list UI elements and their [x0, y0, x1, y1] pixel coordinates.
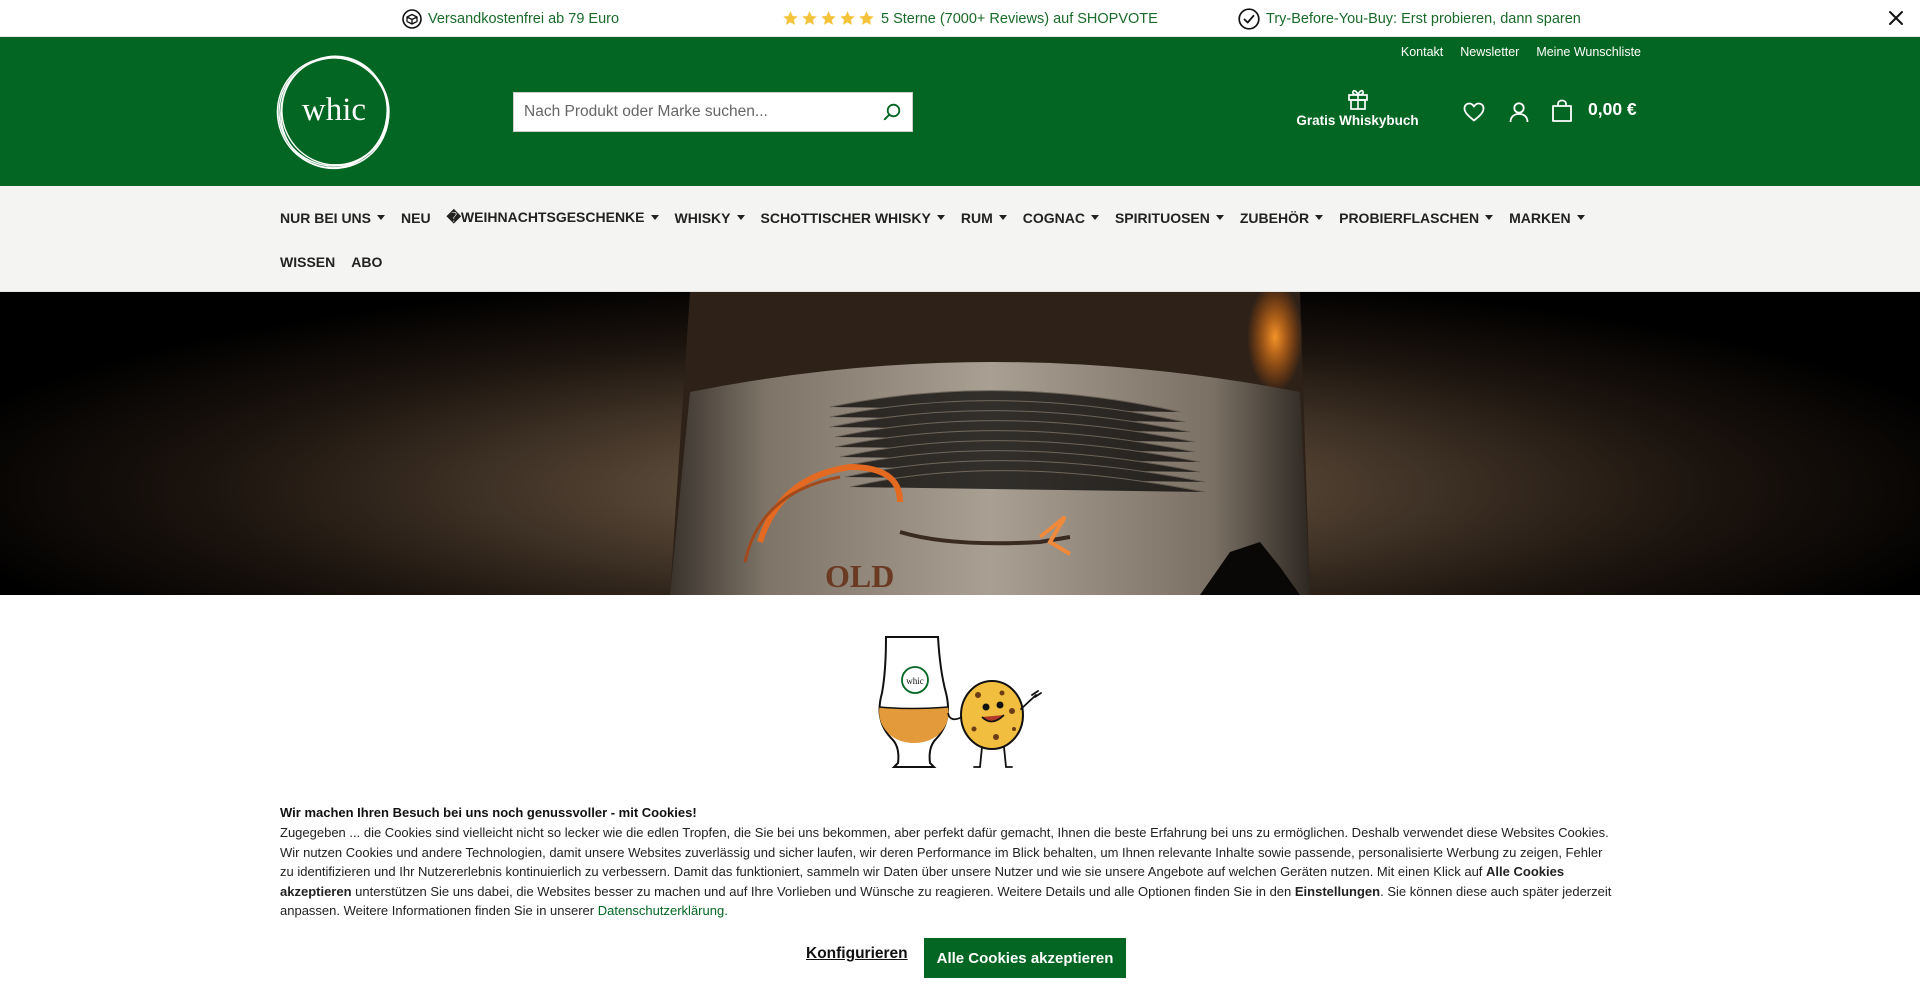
cookie-consent-banner: whic Wir machen Ihren Besuch bei uns noc… [0, 595, 1920, 993]
hero-label-text: OLD [825, 558, 894, 594]
usp-rating-text: 5 Sterne (7000+ Reviews) auf SHOPVOTE [881, 10, 1158, 27]
nav-item-whisky[interactable]: WHISKY [675, 210, 745, 226]
nav-item-zubehör[interactable]: ZUBEHÖR [1239, 209, 1324, 226]
check-circle-icon [1238, 7, 1260, 30]
cookie-text-part-1: Zugegeben ... die Cookies sind vielleich… [280, 825, 1609, 880]
nav-item-label: RUM [960, 209, 993, 226]
nav-item-label: NEU [401, 209, 431, 226]
service-link-contact[interactable]: Kontakt [1401, 45, 1443, 59]
site-header: Kontakt Newsletter Meine Wunschliste whi… [0, 37, 1920, 186]
nav-item-wissen[interactable]: WISSEN [280, 254, 335, 270]
nav-item-cognac[interactable]: COGNAC [1023, 210, 1099, 226]
caret-down-icon [377, 215, 386, 220]
nav-item-label: WHISKY [674, 209, 731, 226]
service-link-newsletter[interactable]: Newsletter [1460, 45, 1519, 59]
nav-item-label: ZUBEHÖR [1239, 209, 1310, 226]
privacy-policy-link[interactable]: Datenschutzerklärung. [598, 903, 728, 918]
nav-item-abo[interactable]: ABO [351, 254, 382, 270]
nav-item-marken[interactable]: MARKEN [1509, 209, 1585, 226]
caret-down-icon [736, 215, 745, 220]
nav-item-label: COGNAC [1022, 209, 1085, 226]
nav-item-label: PROBIERFLASCHEN [1339, 209, 1480, 226]
cookie-text-settings-ref: Einstellungen [1294, 883, 1381, 899]
search-input[interactable] [514, 93, 872, 131]
nav-item-nur-bei-uns[interactable]: NUR BEI UNS [280, 209, 386, 226]
logo[interactable]: whic [275, 53, 393, 171]
caret-down-icon [1485, 215, 1494, 220]
nav-item-label: MARKEN [1509, 209, 1571, 226]
usp-trial: Try-Before-You-Buy: Erst probieren, dann… [1238, 0, 1581, 37]
top-info-bar: Versandkostenfrei ab 79 Euro 5 Sterne (7… [0, 0, 1920, 37]
usp-shipping-text: Versandkostenfrei ab 79 Euro [428, 10, 620, 27]
caret-down-icon [998, 215, 1007, 220]
service-links: Kontakt Newsletter Meine Wunschliste [1401, 45, 1641, 59]
nav-item-label: SPIRITUOSEN [1114, 209, 1210, 226]
user-icon[interactable] [1507, 100, 1531, 129]
gift-label: Gratis Whiskybuch [1296, 113, 1419, 128]
usp-trial-text: Try-Before-You-Buy: Erst probieren, dann… [1266, 10, 1581, 27]
star-icon [840, 11, 855, 25]
star-icon [783, 11, 798, 25]
glass-and-cookie-illustration: whic [878, 631, 1050, 771]
nav-item-label: �WEIHNACHTSGESCHENKE [446, 209, 645, 225]
main-navigation: NUR BEI UNS NEU �WEIHNACHTSGESCHENKE WHISKY… [0, 186, 1920, 292]
heart-icon[interactable] [1462, 100, 1486, 129]
search-icon[interactable] [872, 93, 912, 131]
free-whiskybook-link[interactable]: Gratis Whiskybuch [1290, 87, 1425, 128]
service-link-wishlist[interactable]: Meine Wunschliste [1536, 45, 1641, 59]
star-icon [859, 11, 874, 25]
caret-down-icon [936, 215, 945, 220]
close-icon[interactable] [1886, 8, 1906, 28]
caret-down-icon [1090, 215, 1099, 220]
gift-icon [1347, 89, 1368, 110]
cookie-description: Zugegeben ... die Cookies sind vielleich… [280, 823, 1612, 921]
usp-rating: 5 Sterne (7000+ Reviews) auf SHOPVOTE [782, 0, 1158, 37]
nav-item-label: NUR BEI UNS [280, 209, 372, 226]
nav-item-spirituosen[interactable]: SPIRITUOSEN [1115, 210, 1224, 226]
caret-down-icon [1576, 215, 1585, 220]
nav-item-label: WISSEN [280, 254, 336, 270]
nav-item-schottischer-whisky[interactable]: SCHOTTISCHER WHISKY [761, 210, 945, 226]
caret-down-icon [1315, 215, 1324, 220]
shipping-box-icon [402, 8, 422, 29]
hero-bottle-illustration: OLD [670, 292, 1310, 595]
usp-shipping: Versandkostenfrei ab 79 Euro [402, 0, 619, 37]
accept-all-cookies-button[interactable]: Alle Cookies akzeptieren [924, 938, 1126, 978]
glass-logo-text: whic [906, 676, 924, 686]
nav-item-label: ABO [351, 254, 383, 270]
caret-down-icon [650, 215, 659, 220]
logo-text: whic [302, 92, 366, 128]
rating-stars [782, 10, 875, 27]
caret-down-icon [1215, 215, 1224, 220]
nav-row-1: NUR BEI UNS NEU �WEIHNACHTSGESCHENKE WHISKY… [280, 209, 1585, 226]
nav-item-probierflaschen[interactable]: PROBIERFLASCHEN [1339, 209, 1494, 226]
cookie-text-part-2: unterstützen Sie uns dabei, die Websites… [351, 883, 1295, 899]
star-icon [802, 11, 817, 25]
search-bar [513, 92, 913, 132]
nav-item-rum[interactable]: RUM [961, 210, 1007, 226]
nav-item-neu[interactable]: NEU [401, 210, 431, 226]
hero-image: OLD [0, 292, 1920, 595]
shopping-bag-icon[interactable] [1549, 98, 1575, 129]
nav-item-label: SCHOTTISCHER WHISKY [760, 209, 931, 226]
cookie-title: Wir machen Ihren Besuch bei uns noch gen… [280, 805, 697, 820]
nav-item-weihnachtsgeschenke[interactable]: �WEIHNACHTSGESCHENKE [447, 209, 659, 226]
star-icon [821, 11, 836, 25]
nav-row-2: WISSEN ABO [280, 254, 382, 270]
configure-cookies-button[interactable]: Konfigurieren [806, 945, 908, 963]
cart-total[interactable]: 0,00 € [1588, 99, 1637, 120]
